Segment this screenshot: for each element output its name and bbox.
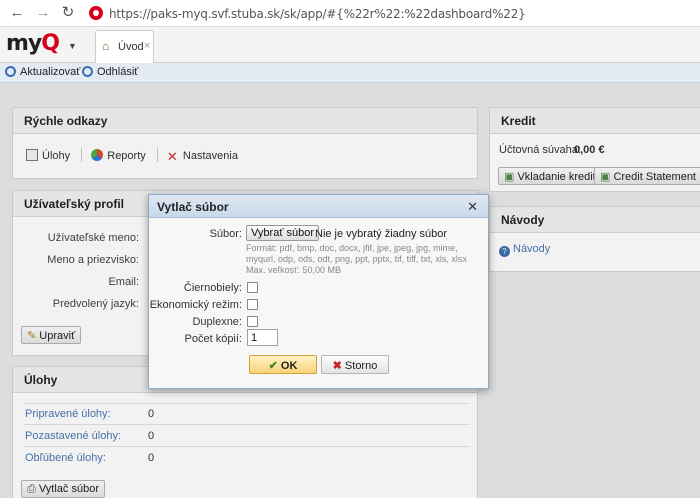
mono-label: Čiernobiely: — [183, 282, 242, 294]
toolbar: Aktualizovať Odhlásiť — [0, 63, 700, 83]
home-icon: ⌂ — [102, 39, 110, 53]
logo-menu-caret-icon[interactable]: ▼ — [68, 41, 77, 51]
file-label: Súbor: — [209, 228, 242, 240]
browser-bar: ← → ↻ https://paks-myq.svf.stuba.sk/sk/a… — [0, 0, 700, 27]
dialog-title: Vytlač súbor — [157, 200, 229, 214]
close-icon[interactable]: ✕ — [467, 199, 478, 215]
mono-checkbox[interactable] — [247, 282, 258, 293]
reload-icon[interactable]: ↻ — [60, 5, 76, 21]
file-status: Nie je vybratý žiadny súbor — [315, 228, 448, 240]
power-icon — [82, 66, 93, 77]
tab-home-label: Úvod — [118, 41, 144, 53]
eco-checkbox[interactable] — [247, 299, 258, 310]
check-icon: ✔ — [268, 360, 281, 372]
app-header: myQ ▼ ⌂ Úvod × — [0, 27, 700, 63]
ok-button[interactable]: ✔ OK — [249, 355, 317, 374]
forward-arrow-icon[interactable]: → — [35, 5, 51, 21]
tab-close-icon[interactable]: × — [144, 40, 150, 52]
logout-button[interactable]: Odhlásiť — [82, 66, 138, 78]
site-favicon-icon — [89, 6, 103, 20]
duplex-label: Duplexne: — [192, 316, 242, 328]
refresh-icon — [5, 66, 16, 77]
refresh-button[interactable]: Aktualizovať — [5, 66, 80, 78]
tab-home[interactable]: ⌂ Úvod × — [95, 30, 154, 63]
format-hint: Formát: pdf, bmp, doc, docx, jfif, jpe, … — [246, 243, 467, 275]
copies-input[interactable]: 1 — [247, 329, 278, 346]
back-arrow-icon[interactable]: ← — [9, 5, 25, 21]
cancel-x-icon: ✖ — [332, 360, 345, 372]
choose-file-button[interactable]: Vybrať súbor — [246, 225, 320, 241]
duplex-checkbox[interactable] — [247, 316, 258, 327]
print-file-dialog: Vytlač súbor ✕ Súbor: Vybrať súbor Nie j… — [148, 194, 489, 389]
copies-label: Počet kópií: — [184, 333, 242, 345]
eco-label: Ekonomický režim: — [149, 299, 242, 311]
cancel-button[interactable]: ✖ Storno — [321, 355, 389, 374]
address-bar[interactable]: https://paks-myq.svf.stuba.sk/sk/app/#{%… — [109, 7, 526, 21]
myq-logo[interactable]: myQ — [6, 31, 60, 56]
dialog-header: Vytlač súbor ✕ — [149, 195, 488, 218]
